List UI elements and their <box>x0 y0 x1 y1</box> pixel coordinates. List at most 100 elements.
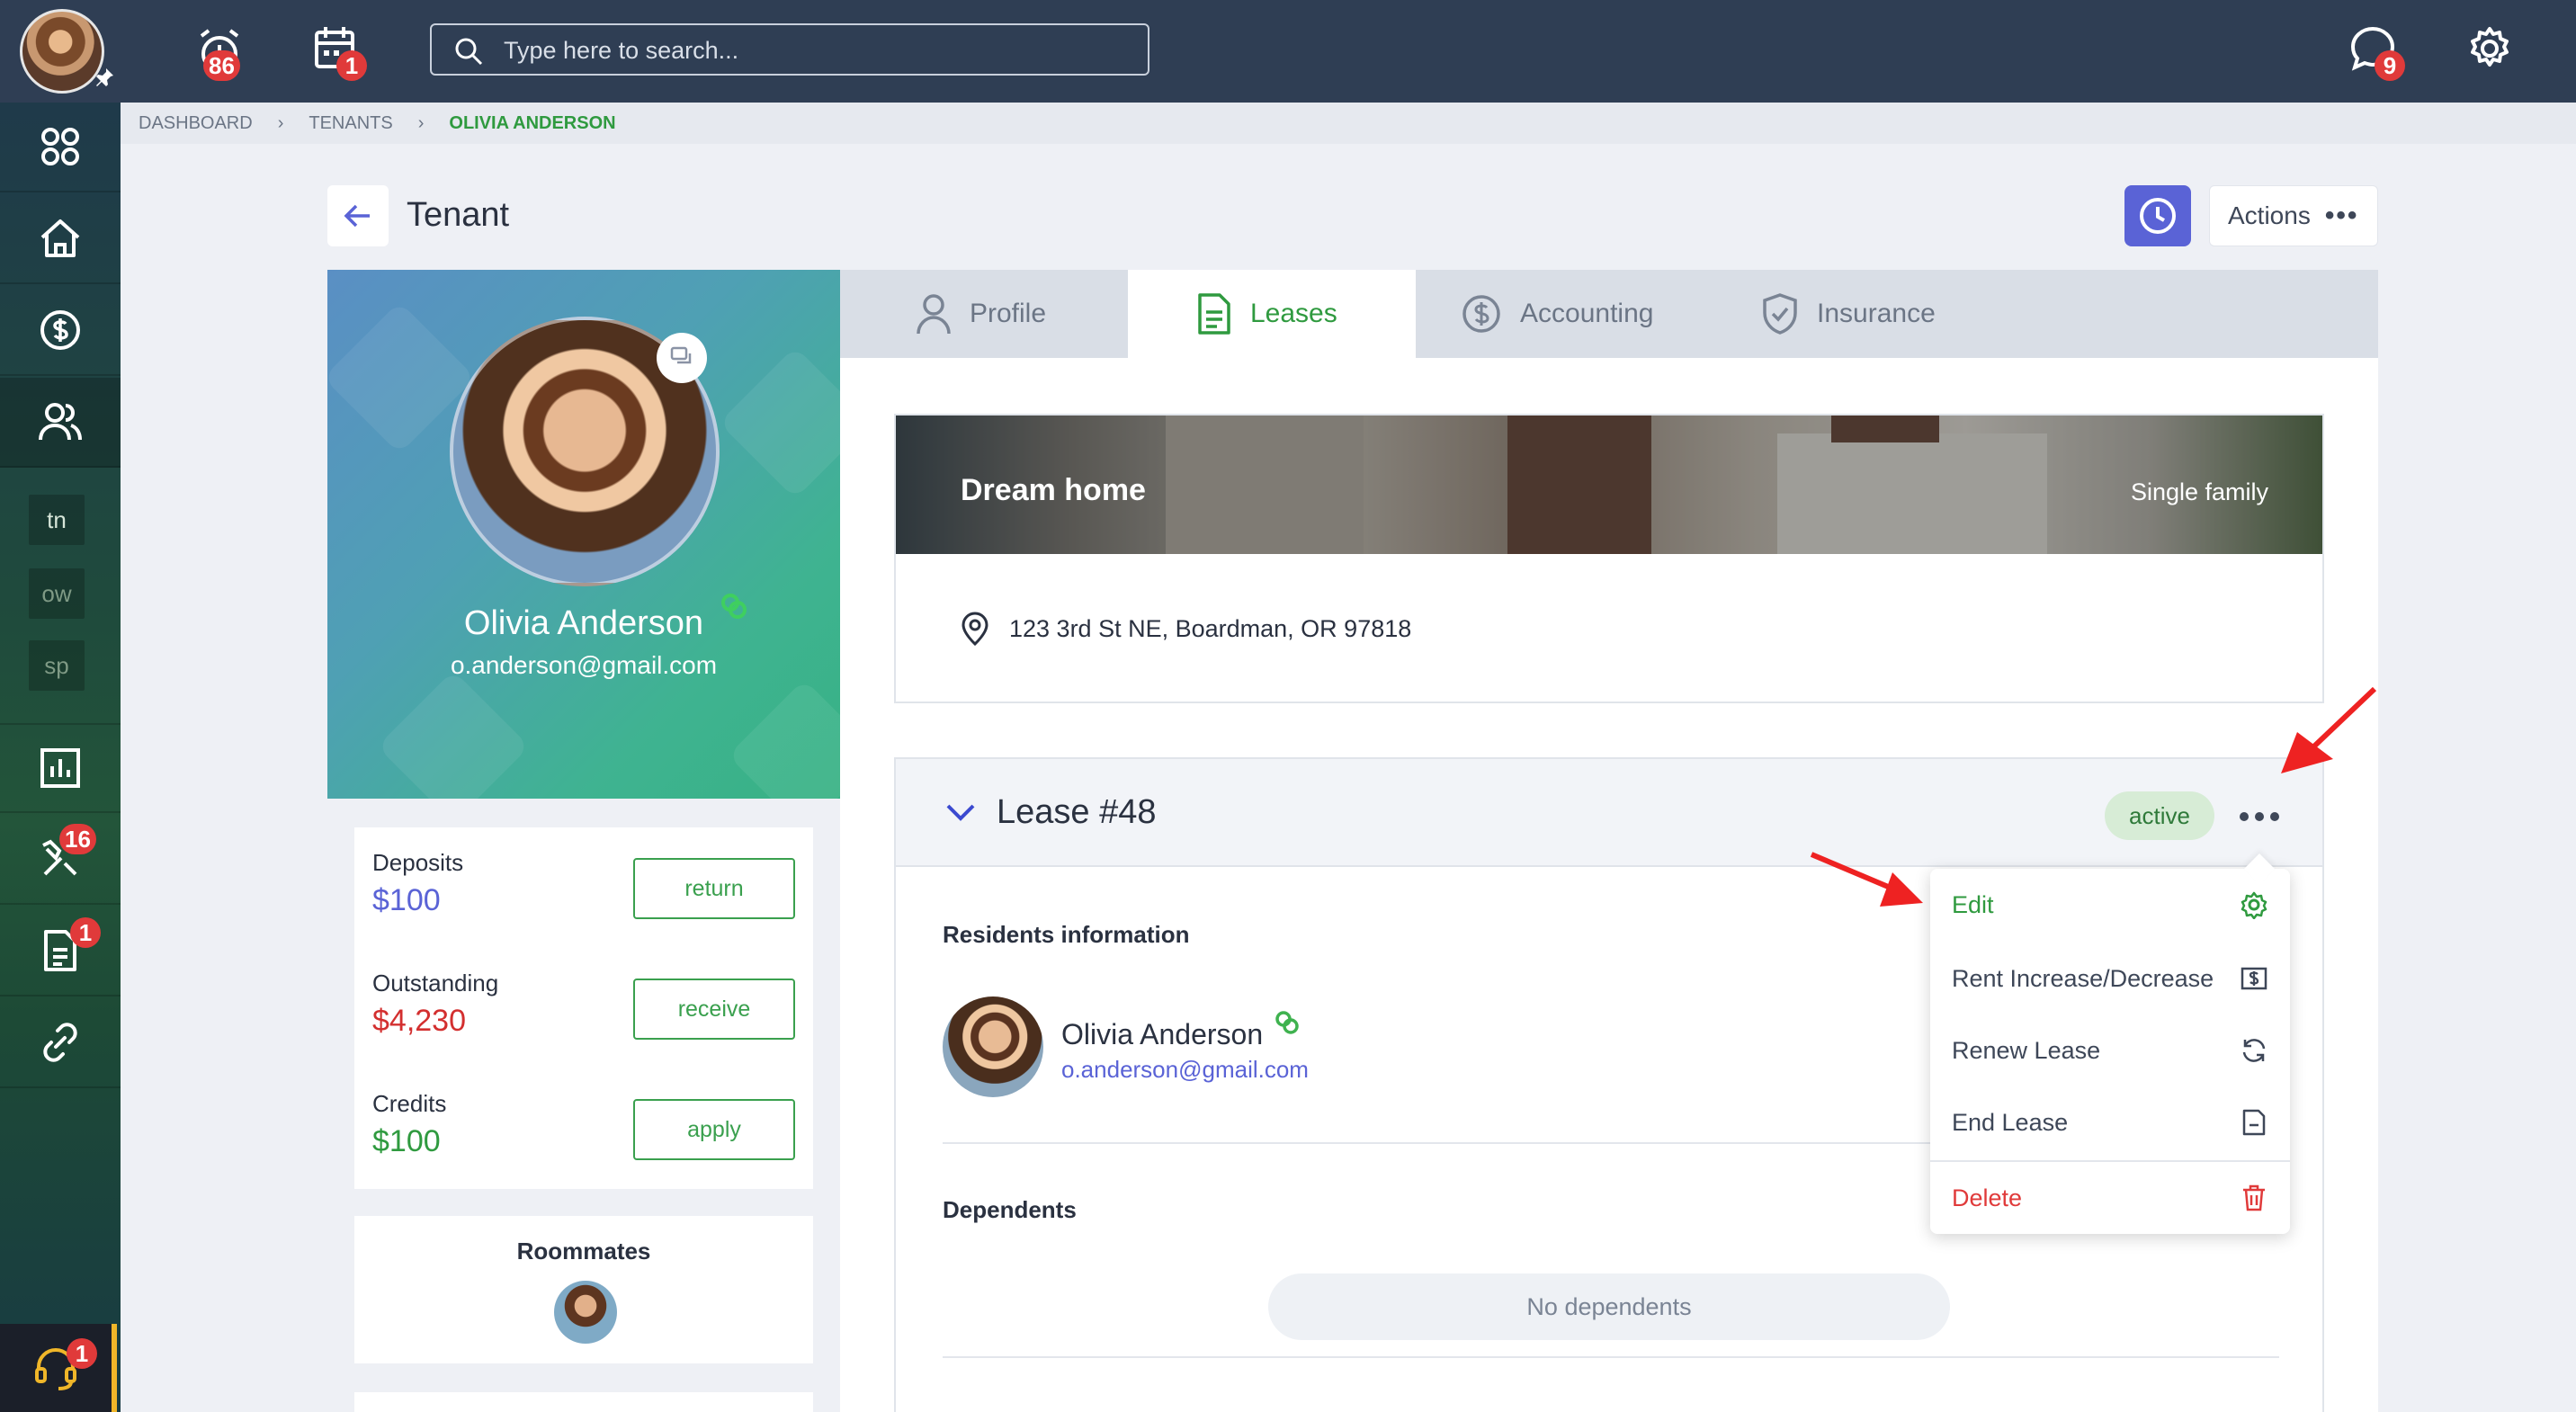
roommates-title: Roommates <box>516 1238 651 1265</box>
tab-leases[interactable]: Leases <box>1128 270 1416 358</box>
breadcrumb-separator-icon: › <box>277 112 284 133</box>
deposits-value: $100 <box>372 883 441 917</box>
property-name: Dream home <box>961 473 1146 507</box>
status-badge: active <box>2105 791 2214 840</box>
profile-card: Olivia Anderson o.anderson@gmail.com <box>327 270 840 799</box>
roommate-avatar[interactable] <box>554 1281 617 1344</box>
shield-check-icon <box>1763 293 1797 335</box>
menu-item-end-lease[interactable]: End Lease <box>1930 1086 2290 1158</box>
help-badge: 1 <box>67 1338 97 1369</box>
documents-badge: 1 <box>70 917 101 948</box>
sidebar-item-sp[interactable]: sp <box>29 640 85 691</box>
return-button[interactable]: return <box>633 858 795 919</box>
arrow-left-icon <box>344 204 370 228</box>
outstanding-value: $4,230 <box>372 1004 466 1038</box>
top-bar: 86 1 9 <box>0 0 2576 103</box>
tab-insurance[interactable]: Insurance <box>1761 270 1936 358</box>
apply-button[interactable]: apply <box>633 1099 795 1160</box>
lease-actions-menu: Edit Rent Increase/Decrease Renew Lease … <box>1930 869 2290 1234</box>
search-input[interactable] <box>504 34 1133 67</box>
divider <box>943 1356 2279 1358</box>
menu-item-delete[interactable]: Delete <box>1930 1162 2290 1234</box>
more-dots-icon: ••• <box>2324 201 2359 230</box>
pin-icon <box>96 68 113 86</box>
finance-row-credits: Credits $100 apply <box>372 1068 795 1176</box>
sidebar-item-reports[interactable] <box>0 723 121 813</box>
sidebar-item-finance[interactable] <box>0 286 121 376</box>
sidebar: tn ow sp 16 1 <box>0 103 121 1412</box>
back-button[interactable] <box>327 185 389 246</box>
property-address: 123 3rd St NE, Boardman, OR 97818 <box>961 612 1411 646</box>
sidebar-item-apps[interactable] <box>0 103 121 192</box>
menu-renew-label: Renew Lease <box>1952 1036 2101 1064</box>
tab-profile[interactable]: Profile <box>916 270 1046 358</box>
users-icon <box>39 403 82 441</box>
deposits-label: Deposits <box>372 849 464 876</box>
search-box[interactable] <box>430 23 1149 76</box>
finance-row-deposits: Deposits $100 return <box>372 827 795 935</box>
receive-button[interactable]: receive <box>633 979 795 1040</box>
message-tenant-button[interactable] <box>657 333 707 383</box>
menu-edit-label: Edit <box>1952 890 1994 918</box>
history-button[interactable] <box>2124 185 2191 246</box>
menu-item-renew[interactable]: Renew Lease <box>1930 1014 2290 1086</box>
lower-card <box>354 1392 813 1412</box>
sidebar-item-documents[interactable] <box>0 907 121 996</box>
sidebar-item-tenants[interactable] <box>0 378 121 468</box>
menu-item-rent-change[interactable]: Rent Increase/Decrease <box>1930 943 2290 1014</box>
dependents-section-title: Dependents <box>943 1196 1077 1223</box>
resident-email[interactable]: o.anderson@gmail.com <box>1061 1056 1309 1084</box>
tenant-name: Olivia Anderson <box>463 604 704 642</box>
tab-accounting[interactable]: Accounting <box>1461 270 1653 358</box>
trash-icon <box>2243 1184 2265 1211</box>
portal-link-icon <box>721 594 747 619</box>
resident-avatar <box>943 996 1043 1097</box>
sidebar-item-ow[interactable]: ow <box>29 568 85 619</box>
resident-name[interactable]: Olivia Anderson <box>1061 1018 1263 1051</box>
lease-header[interactable]: Lease #48 active <box>896 759 2322 867</box>
finance-card: Deposits $100 return Outstanding $4,230 … <box>354 827 813 1189</box>
menu-delete-label: Delete <box>1952 1184 2023 1211</box>
help-support-button[interactable] <box>0 1324 117 1412</box>
breadcrumb-current: OLIVIA ANDERSON <box>449 112 616 133</box>
alarm-badge: 86 <box>203 50 240 81</box>
tab-insurance-label: Insurance <box>1817 299 1936 328</box>
more-dots-icon <box>2240 812 2279 821</box>
user-avatar[interactable] <box>20 9 104 94</box>
sidebar-item-home[interactable] <box>0 194 121 284</box>
lease-document-icon <box>1198 293 1230 335</box>
dollar-bill-icon <box>2241 967 2267 990</box>
tools-badge: 16 <box>59 824 96 854</box>
chat-bubbles-icon <box>670 346 692 364</box>
tenant-email[interactable]: o.anderson@gmail.com <box>327 651 840 680</box>
page-title: Tenant <box>407 196 510 234</box>
menu-item-edit[interactable]: Edit <box>1930 869 2290 941</box>
tab-profile-label: Profile <box>970 299 1047 328</box>
breadcrumb: DASHBOARD › TENANTS › OLIVIA ANDERSON <box>121 103 2576 144</box>
search-icon <box>455 38 483 66</box>
location-pin-icon <box>962 612 988 646</box>
settings-gear-icon[interactable] <box>2464 23 2515 74</box>
dollar-circle-icon <box>40 310 80 350</box>
chevron-down-icon[interactable] <box>944 802 977 824</box>
chat-badge: 9 <box>2375 50 2405 81</box>
calendar-badge: 1 <box>336 50 367 81</box>
annotation-arrow-icon <box>2281 686 2377 773</box>
home-icon <box>40 219 80 257</box>
property-card[interactable]: Dream home Single family 123 3rd St NE, … <box>894 414 2324 703</box>
breadcrumb-separator-icon: › <box>417 112 425 133</box>
roommates-card: Roommates <box>354 1216 813 1363</box>
sidebar-item-links[interactable] <box>0 998 121 1088</box>
tab-bar: Profile Leases Accounting Insurance <box>840 270 2378 358</box>
sidebar-item-tools[interactable] <box>0 815 121 905</box>
refresh-icon <box>2242 1039 2266 1062</box>
bar-chart-icon <box>40 748 80 788</box>
lease-more-button[interactable] <box>2232 790 2286 844</box>
menu-end-label: End Lease <box>1952 1108 2069 1136</box>
actions-button[interactable]: Actions ••• <box>2209 185 2378 246</box>
outstanding-label: Outstanding <box>372 970 499 996</box>
breadcrumb-dashboard[interactable]: DASHBOARD <box>139 113 253 134</box>
breadcrumb-tenants[interactable]: TENANTS <box>309 113 392 134</box>
no-dependents-placeholder: No dependents <box>1268 1273 1950 1340</box>
sidebar-item-tn[interactable]: tn <box>29 495 85 545</box>
